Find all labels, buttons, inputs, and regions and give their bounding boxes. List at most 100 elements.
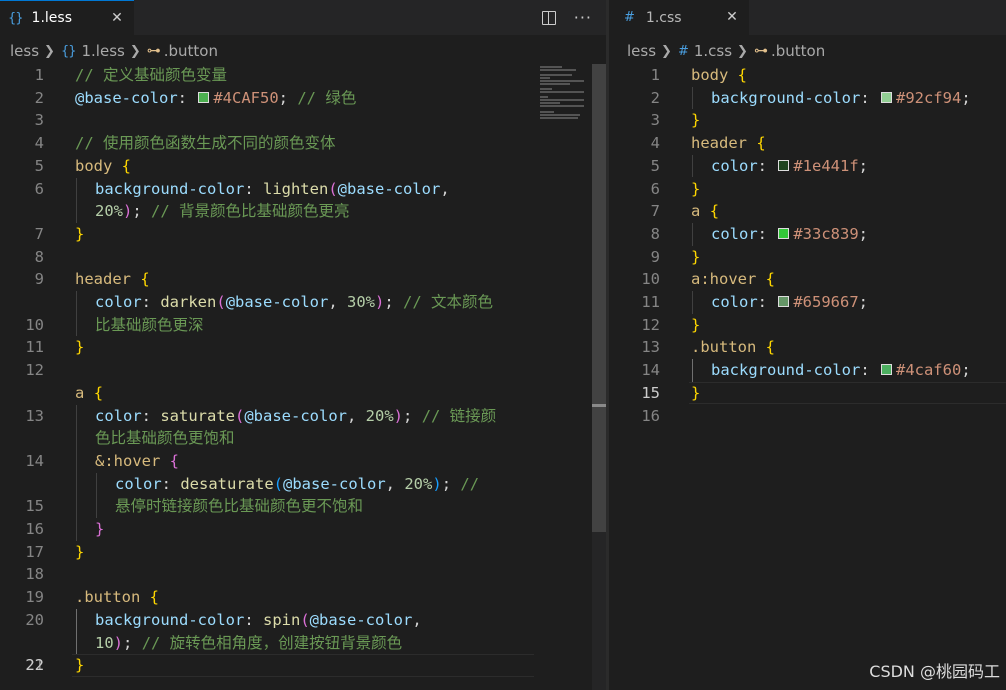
code-line: // 定义基础颜色变量	[75, 66, 227, 84]
editor-actions: ···	[541, 0, 592, 35]
chevron-right-icon: ❯	[44, 43, 55, 59]
css-declaration-line: background-color: #4caf60;	[711, 361, 971, 380]
css-declaration-line: color: #1e441f;	[711, 156, 869, 175]
code-line: }	[75, 656, 85, 675]
line-number: 17	[25, 542, 44, 561]
breadcrumb-file[interactable]: 1.less	[81, 42, 124, 60]
split-editor-icon[interactable]	[541, 10, 556, 25]
scrollbar-cursor-marker	[592, 404, 606, 407]
line-number: 12	[25, 361, 44, 380]
code-line: header {	[75, 270, 150, 289]
line-number: 15	[25, 497, 44, 516]
line-number: 4	[34, 134, 44, 153]
tab-1-less[interactable]: {} 1.less ✕	[0, 0, 134, 35]
line-number: 18	[25, 565, 44, 584]
line-number: 1	[34, 66, 44, 84]
chevron-right-icon: ❯	[129, 43, 141, 59]
code-line: .button {	[75, 588, 160, 607]
line-number: 8	[650, 224, 660, 243]
code-line: }	[75, 542, 85, 561]
line-number: 9	[650, 247, 660, 266]
line-number: 22	[25, 656, 44, 675]
color-swatch[interactable]	[198, 91, 210, 103]
line-number: 16	[641, 406, 660, 425]
css-closing-line: }	[691, 383, 701, 402]
tab-bar: {} 1.less ✕ ···	[0, 0, 606, 35]
code-line: background-color: spin(@base-color,	[95, 610, 422, 629]
code-line: 色比基础颜色更饱和	[95, 429, 235, 448]
line-number: 14	[25, 451, 44, 470]
line-number: 3	[34, 111, 44, 130]
line-number: 5	[34, 156, 44, 175]
css-selector-line: a {	[691, 202, 720, 221]
line-number: 13	[641, 338, 660, 357]
line-number: 9	[34, 270, 44, 289]
code-line: }	[75, 338, 85, 357]
line-number: 14	[641, 361, 660, 380]
line-number: 15	[641, 383, 660, 402]
close-icon[interactable]: ✕	[723, 8, 741, 26]
code-line: body {	[75, 156, 132, 175]
css-declaration-line: color: #33c839;	[711, 224, 869, 243]
code-line: color: saturate(@base-color, 20%); // 链接…	[95, 406, 497, 425]
breadcrumb-file[interactable]: 1.css	[694, 42, 732, 60]
code-line: color: darken(@base-color, 30%); // 文本颜色	[95, 293, 494, 311]
line-number: 2	[34, 88, 44, 107]
breadcrumb: less ❯ {} 1.less ❯ ⊶ .button	[0, 38, 606, 64]
line-number: 19	[25, 588, 44, 607]
code-editor-css[interactable]: 1 2 3 4 5 6 7 8 9 10 11 12 13 14 15 16 body {background…	[609, 64, 1006, 690]
less-file-icon: {}	[8, 10, 24, 26]
breadcrumb-symbol[interactable]: .button	[771, 42, 825, 60]
close-icon[interactable]: ✕	[108, 9, 126, 27]
line-number: 11	[25, 338, 44, 357]
color-swatch[interactable]	[778, 227, 790, 239]
color-swatch[interactable]	[778, 159, 790, 171]
tab-bar: # 1.css ✕	[609, 0, 1006, 35]
css-declaration-line: background-color: #92cf94;	[711, 88, 971, 107]
css-closing-line: }	[691, 111, 701, 130]
color-swatch[interactable]	[880, 364, 892, 376]
minimap[interactable]	[540, 64, 586, 124]
chevron-right-icon: ❯	[661, 43, 672, 59]
scrollbar-thumb[interactable]	[592, 64, 606, 532]
code-line: // 使用颜色函数生成不同的颜色变体	[75, 134, 336, 153]
code-line: 20%); // 背景颜色比基础颜色更亮	[95, 202, 350, 221]
line-number: 7	[34, 224, 44, 243]
css-selector-line: body {	[691, 66, 748, 84]
symbol-class-icon: ⊶	[146, 43, 161, 59]
breadcrumb-symbol[interactable]: .button	[164, 42, 218, 60]
breadcrumb-folder[interactable]: less	[627, 42, 656, 60]
code-line: }	[75, 224, 85, 243]
more-actions-icon[interactable]: ···	[574, 8, 592, 27]
css-declaration-line: color: #659667;	[711, 293, 869, 311]
line-number: 5	[650, 156, 660, 175]
css-selector-line: header {	[691, 134, 766, 153]
css-closing-line: }	[691, 179, 701, 198]
line-number: 1	[650, 66, 660, 84]
color-swatch[interactable]	[778, 296, 790, 307]
breadcrumb-folder[interactable]: less	[10, 42, 39, 60]
breadcrumb: less ❯ # 1.css ❯ ⊶ .button	[609, 38, 1006, 64]
current-line-highlight	[72, 654, 534, 677]
tab-1-css[interactable]: # 1.css ✕	[609, 0, 749, 35]
code-editor-less[interactable]: 1 2 3 4 5 6 7 8 9 10 11 12 13 14 15 16 17 18 19 20 21 22 // 定…	[0, 64, 606, 690]
css-file-icon: #	[624, 10, 635, 25]
line-number: 13	[25, 406, 44, 425]
editor-pane-right: # 1.css ✕ less ❯ # 1.css ❯ ⊶ .button 123…	[609, 0, 1006, 690]
code-line: &:hover {	[95, 451, 180, 470]
color-swatch[interactable]	[880, 91, 892, 103]
line-number: 7	[650, 202, 660, 221]
symbol-class-icon: ⊶	[753, 43, 768, 59]
line-number: 2	[650, 88, 660, 107]
code-line: a {	[75, 383, 104, 402]
line-number: 12	[641, 315, 660, 334]
code-line: background-color: lighten(@base-color,	[95, 179, 450, 198]
line-number: 8	[34, 247, 44, 266]
less-file-icon: {}	[60, 43, 77, 59]
code-line: 10); // 旋转色相角度，创建按钮背景颜色	[95, 633, 403, 652]
line-number: 6	[34, 179, 44, 198]
line-number: 10	[641, 270, 660, 289]
line-number: 11	[641, 293, 660, 311]
line-number: 16	[25, 520, 44, 538]
code-line: 悬停时链接颜色比基础颜色更不饱和	[115, 497, 364, 516]
